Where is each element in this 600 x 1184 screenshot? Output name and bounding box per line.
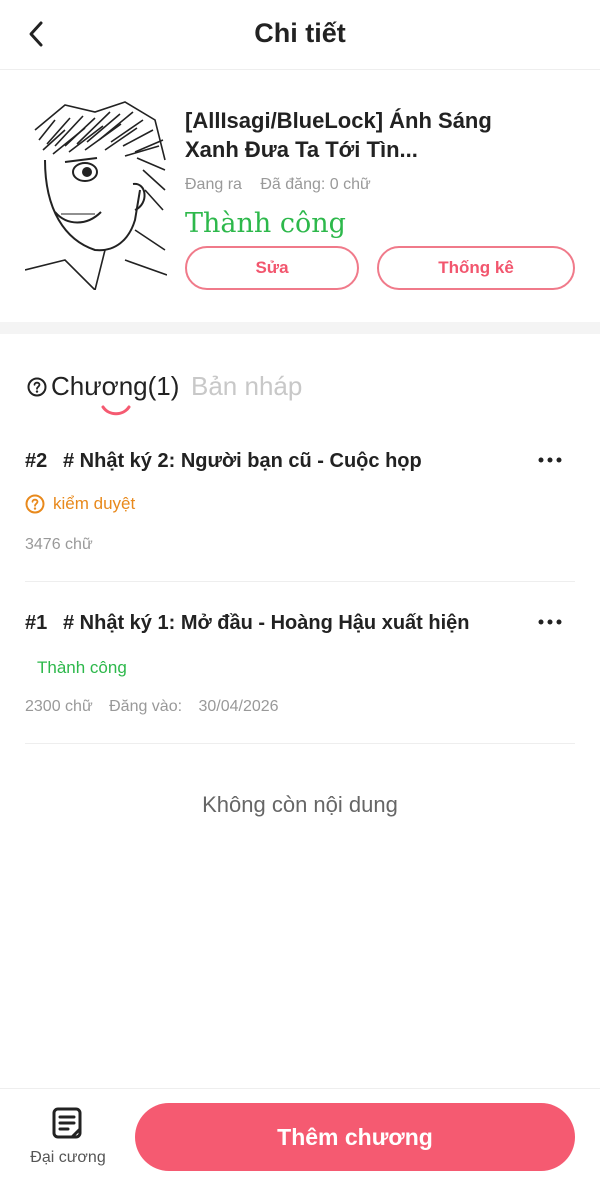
section-divider xyxy=(0,322,600,334)
end-of-list-text: Không còn nội dung xyxy=(202,792,398,817)
outline-button[interactable]: Đại cương xyxy=(16,1103,120,1173)
more-options-button[interactable] xyxy=(535,610,565,634)
chapter-tabs: Chương(1) Bản nháp xyxy=(25,368,425,418)
book-state: Đang ra xyxy=(185,176,242,193)
chapter-item[interactable]: #2 # Nhật ký 2: Người bạn cũ - Cuộc họp … xyxy=(25,440,575,582)
chapter-word-count: 2300 chữ xyxy=(25,698,93,715)
chapter-number: #1 xyxy=(25,612,48,634)
chapter-word-count: 3476 chữ xyxy=(25,536,93,553)
book-word-count: Đã đăng: 0 chữ xyxy=(260,176,371,193)
chapter-meta: 2300 chữ Đăng vào: 30/04/2026 xyxy=(25,698,279,716)
published-date: 30/04/2026 xyxy=(198,698,279,715)
top-bar: Chi tiết xyxy=(0,0,600,70)
book-status: Thành công xyxy=(185,208,346,239)
tab-chapters[interactable]: Chương(1) xyxy=(51,371,179,402)
chapter-number: #2 xyxy=(25,450,48,472)
edit-button[interactable]: Sửa xyxy=(185,246,359,290)
tab-drafts[interactable]: Bản nháp xyxy=(191,371,302,402)
published-label: Đăng vào: xyxy=(109,698,183,715)
help-icon[interactable] xyxy=(27,377,47,397)
chapter-title: # Nhật ký 2: Người bạn cũ - Cuộc họp xyxy=(63,450,422,472)
chapter-status-text: kiểm duyệt xyxy=(53,494,136,513)
chapter-item[interactable]: #1 # Nhật ký 1: Mở đầu - Hoàng Hậu xuất … xyxy=(25,602,575,744)
more-options-button[interactable] xyxy=(535,448,565,472)
cover-illustration xyxy=(25,100,167,290)
outline-label: Đại cương xyxy=(30,1149,106,1166)
review-help-icon xyxy=(25,494,45,514)
chapter-meta: 3476 chữ xyxy=(25,536,93,554)
chapter-status-text: Thành công xyxy=(37,658,127,677)
book-info-card: [AllIsagi/BlueLock] Ánh Sáng Xanh Đưa Ta… xyxy=(0,70,600,320)
more-horizontal-icon xyxy=(538,457,562,463)
more-horizontal-icon xyxy=(538,619,562,625)
active-tab-indicator xyxy=(101,405,131,416)
add-chapter-button[interactable]: Thêm chương xyxy=(135,1103,575,1171)
book-meta: Đang ra Đã đăng: 0 chữ xyxy=(185,176,371,194)
chapter-status: kiểm duyệt xyxy=(25,494,135,514)
book-title: [AllIsagi/BlueLock] Ánh Sáng Xanh Đưa Ta… xyxy=(185,108,492,162)
bottom-action-bar: Đại cương Thêm chương xyxy=(0,1088,600,1184)
outline-document-icon xyxy=(52,1107,82,1139)
chapter-title: # Nhật ký 1: Mở đầu - Hoàng Hậu xuất hiệ… xyxy=(63,612,470,634)
page-title: Chi tiết xyxy=(254,18,346,48)
book-cover-image[interactable] xyxy=(25,100,167,290)
statistics-button[interactable]: Thống kê xyxy=(377,246,575,290)
